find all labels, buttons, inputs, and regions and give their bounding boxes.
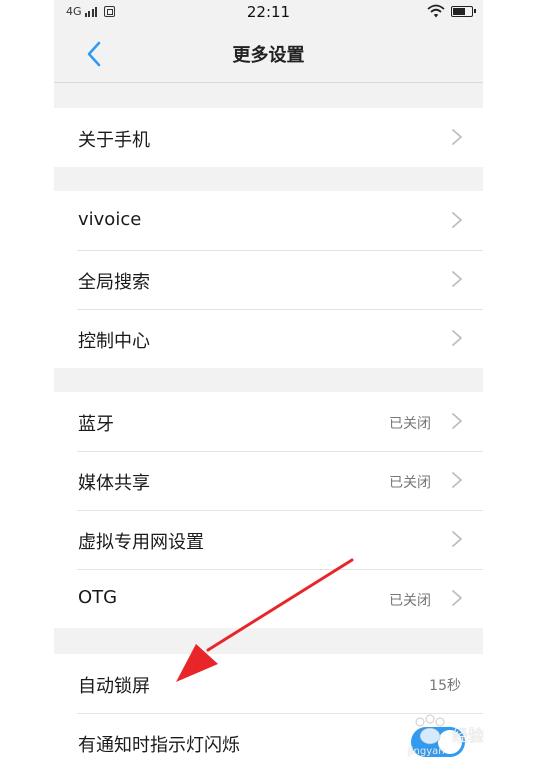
row-label: 全局搜索 — [78, 272, 150, 293]
settings-row-vivoice[interactable]: vivoice — [54, 191, 483, 250]
settings-row-control-center[interactable]: 控制中心 — [54, 309, 483, 368]
settings-group-display: 自动锁屏 15秒 有通知时指示灯闪烁 — [54, 654, 483, 770]
chevron-right-icon — [452, 271, 462, 287]
row-label: 虚拟专用网设置 — [78, 532, 204, 553]
chevron-right-icon — [452, 472, 462, 488]
settings-row-bluetooth[interactable]: 蓝牙 已关闭 — [54, 392, 483, 451]
settings-row-global-search[interactable]: 全局搜索 — [54, 250, 483, 309]
row-label: 有通知时指示灯闪烁 — [78, 735, 240, 756]
row-label: vivoice — [78, 209, 142, 230]
row-label: OTG — [78, 587, 118, 608]
row-value: 已关闭 — [389, 593, 431, 609]
row-label: 关于手机 — [78, 130, 150, 151]
settings-group-about: 关于手机 — [54, 108, 483, 167]
phone-screen: 4G 22:11 更多设置 关于手机 vivoice 全局搜索 控制中心 蓝牙 … — [54, 0, 483, 770]
page-title: 更多设置 — [232, 45, 305, 66]
row-label: 控制中心 — [78, 331, 150, 352]
chevron-right-icon — [452, 212, 462, 228]
row-value: 已关闭 — [389, 416, 431, 432]
status-bar: 4G 22:11 — [54, 0, 483, 26]
settings-row-about-phone[interactable]: 关于手机 — [54, 108, 483, 167]
status-time: 22:11 — [246, 3, 291, 21]
settings-group-tools: vivoice 全局搜索 控制中心 — [54, 191, 483, 368]
row-label: 蓝牙 — [78, 414, 114, 435]
settings-row-media-sharing[interactable]: 媒体共享 已关闭 — [54, 451, 483, 510]
settings-row-otg[interactable]: OTG 已关闭 — [54, 569, 483, 628]
chevron-right-icon — [452, 330, 462, 346]
row-value: 已关闭 — [389, 475, 431, 491]
chevron-right-icon — [452, 129, 462, 145]
settings-row-auto-lock[interactable]: 自动锁屏 15秒 — [54, 654, 483, 713]
wifi-icon — [427, 4, 445, 18]
row-label: 媒体共享 — [78, 473, 150, 494]
row-label: 自动锁屏 — [78, 676, 150, 697]
chevron-right-icon — [452, 531, 462, 547]
settings-row-notification-led: 有通知时指示灯闪烁 — [54, 713, 483, 770]
notification-led-toggle[interactable] — [411, 727, 465, 757]
settings-group-connections: 蓝牙 已关闭 媒体共享 已关闭 虚拟专用网设置 OTG 已关闭 — [54, 392, 483, 628]
chevron-right-icon — [452, 413, 462, 429]
status-right — [427, 4, 476, 18]
row-value: 15秒 — [429, 678, 461, 694]
battery-icon — [451, 5, 476, 17]
settings-row-vpn[interactable]: 虚拟专用网设置 — [54, 510, 483, 569]
chevron-right-icon — [452, 590, 462, 606]
title-bar: 更多设置 — [54, 26, 483, 83]
